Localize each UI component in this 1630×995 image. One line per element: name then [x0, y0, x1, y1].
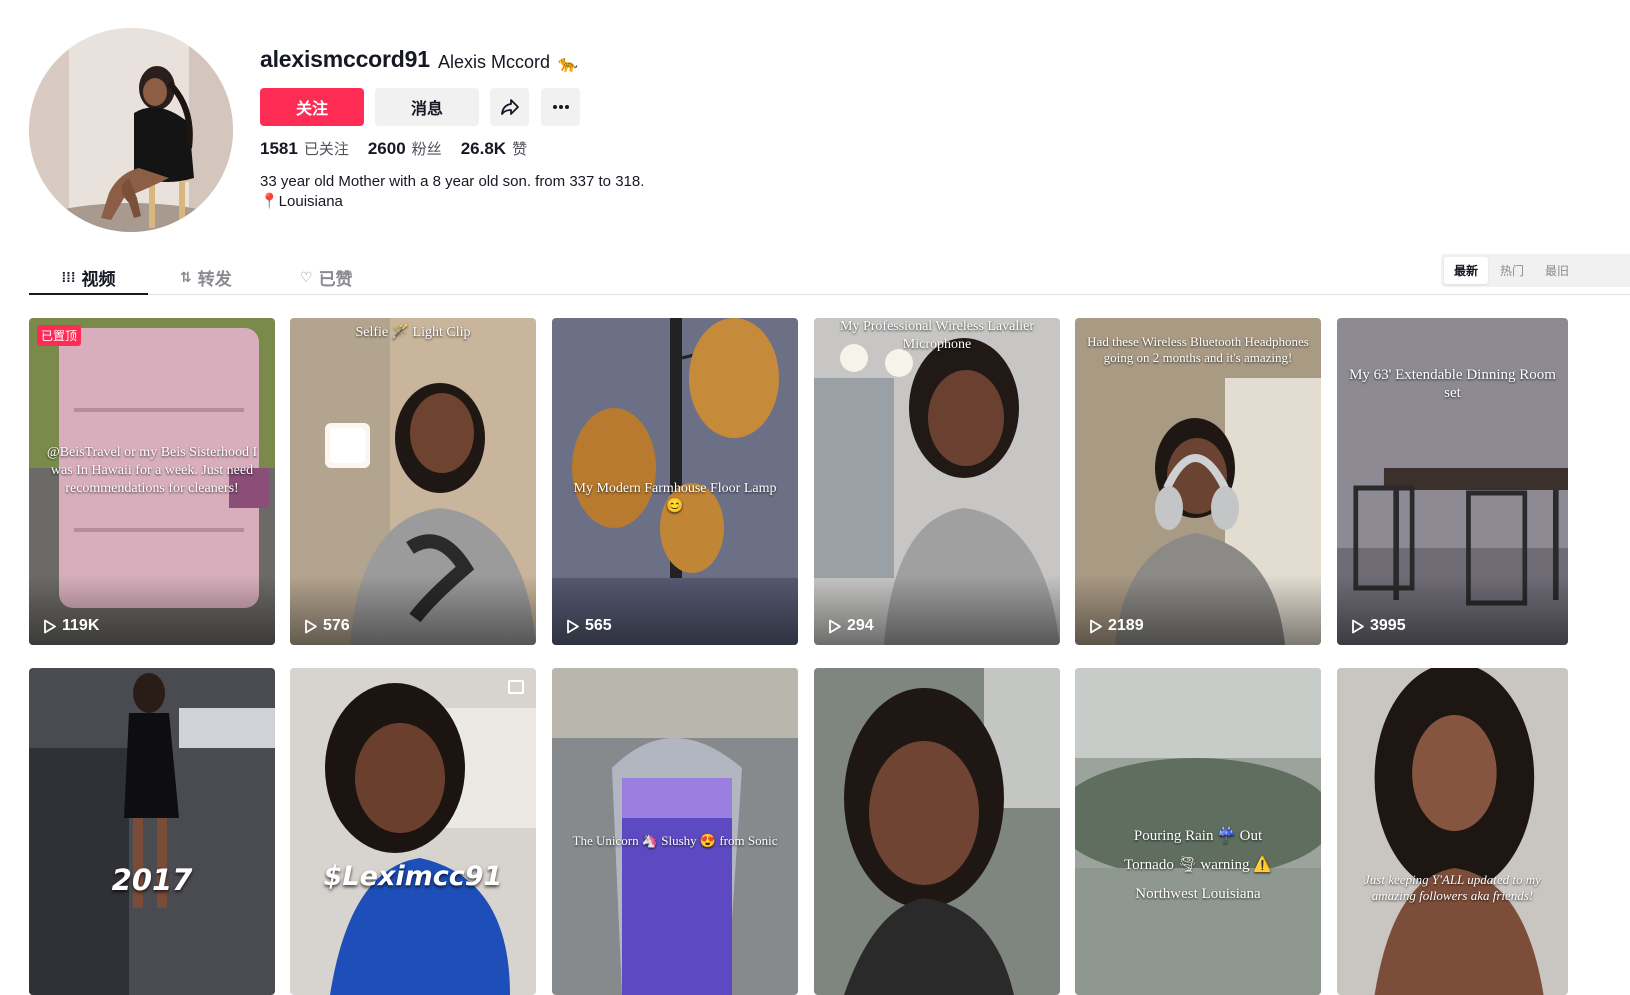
video-caption: My 63' Extendable Dinning Room set: [1349, 367, 1556, 401]
video-card[interactable]: Just keeping Y'ALL updated to my amazing…: [1337, 668, 1568, 995]
sort-toggle: 最新 热门 最旧: [1441, 254, 1630, 287]
video-card[interactable]: [814, 668, 1060, 995]
video-caption: My Professional Wireless Lavalier Microp…: [840, 319, 1034, 352]
video-caption: Selfie 🪄 Light Clip: [355, 325, 471, 340]
profile-stats: 1581 已关注 2600 粉丝 26.8K 赞: [260, 138, 527, 159]
following-count[interactable]: 1581 已关注: [260, 138, 349, 159]
bio-location: 📍Louisiana: [260, 193, 343, 210]
avatar-photo: [29, 28, 233, 232]
repost-icon: ⇅: [180, 268, 192, 285]
play-icon: [829, 619, 841, 633]
message-button[interactable]: 消息: [375, 88, 479, 126]
grid-icon: ⁞⁞⁞: [61, 269, 76, 285]
sort-popular-button[interactable]: 热门: [1491, 257, 1533, 284]
video-card[interactable]: My 63' Extendable Dinning Room set 3995: [1337, 318, 1568, 645]
video-thumbnail: [1337, 668, 1568, 995]
nickname-emoji: 🐆: [558, 56, 578, 73]
view-count: 3995: [1351, 617, 1406, 635]
video-caption: Had these Wireless Bluetooth Headphones …: [1087, 334, 1309, 365]
video-caption: The Unicorn 🦄 Slushy 😍 from Sonic: [572, 833, 778, 848]
follow-button[interactable]: 关注: [260, 88, 364, 126]
video-card[interactable]: My Professional Wireless Lavalier Microp…: [814, 318, 1060, 645]
play-icon: [567, 619, 579, 633]
tab-liked[interactable]: ♡ 已赞: [300, 261, 353, 293]
username: alexismccord91: [260, 46, 430, 72]
video-card[interactable]: Had these Wireless Bluetooth Headphones …: [1075, 318, 1321, 645]
view-count: 565: [566, 617, 612, 635]
likes-count: 26.8K 赞: [460, 139, 528, 158]
video-thumbnail: [290, 668, 536, 995]
video-thumbnail: [29, 668, 275, 995]
liked-icon: ♡: [300, 268, 313, 285]
view-count: 294: [828, 617, 874, 635]
view-count: 2189: [1089, 617, 1144, 635]
video-card[interactable]: 已置顶 @BeisTravel or my Beis Sisterhood I …: [29, 318, 275, 645]
share-button[interactable]: [490, 88, 529, 126]
video-card[interactable]: 2017: [29, 668, 275, 995]
more-icon: [552, 105, 569, 109]
nickname: Alexis Mccord: [438, 52, 551, 72]
more-button[interactable]: [541, 88, 580, 126]
tab-reposts[interactable]: ⇅ 转发: [180, 261, 232, 293]
play-icon: [305, 619, 317, 633]
video-caption: @BeisTravel or my Beis Sisterhood I was …: [46, 445, 258, 496]
video-card[interactable]: My Modern Farmhouse Floor Lamp 😊 565: [552, 318, 798, 645]
video-card[interactable]: $Leximcc91: [290, 668, 536, 995]
video-overlay-text: $Leximcc91: [323, 861, 503, 892]
video-caption: Pouring Rain ☔ Out Tornado 🌪 warning ⚠️ …: [1124, 828, 1272, 902]
profile-tabs: ⁞⁞⁞ 视频 ⇅ 转发 ♡ 已赞: [29, 255, 1630, 295]
video-card[interactable]: The Unicorn 🦄 Slushy 😍 from Sonic: [552, 668, 798, 995]
profile-avatar[interactable]: [29, 28, 233, 232]
followers-count[interactable]: 2600 粉丝: [368, 138, 442, 159]
pinned-badge: 已置顶: [37, 325, 82, 346]
video-thumbnail: [814, 668, 1060, 995]
play-icon: [44, 619, 56, 633]
view-count: 576: [304, 617, 350, 635]
play-icon: [1352, 619, 1364, 633]
profile-bio: 33 year old Mother with a 8 year old son…: [260, 172, 644, 212]
sort-newest-button[interactable]: 最新: [1444, 257, 1488, 284]
sort-oldest-button[interactable]: 最旧: [1537, 257, 1577, 284]
video-overlay-text: 2017: [111, 863, 193, 897]
photo-post-icon: [508, 680, 524, 694]
video-caption: Just keeping Y'ALL updated to my amazing…: [1364, 872, 1541, 903]
video-card[interactable]: Selfie 🪄 Light Clip 576: [290, 318, 536, 645]
bio-line: 33 year old Mother with a 8 year old son…: [260, 173, 645, 190]
video-caption: My Modern Farmhouse Floor Lamp 😊: [573, 481, 777, 514]
tab-videos[interactable]: ⁞⁞⁞ 视频: [29, 261, 148, 295]
view-count: 119K: [43, 617, 99, 635]
share-icon: [500, 99, 519, 115]
play-icon: [1090, 619, 1102, 633]
video-card[interactable]: Pouring Rain ☔ Out Tornado 🌪 warning ⚠️ …: [1075, 668, 1321, 995]
